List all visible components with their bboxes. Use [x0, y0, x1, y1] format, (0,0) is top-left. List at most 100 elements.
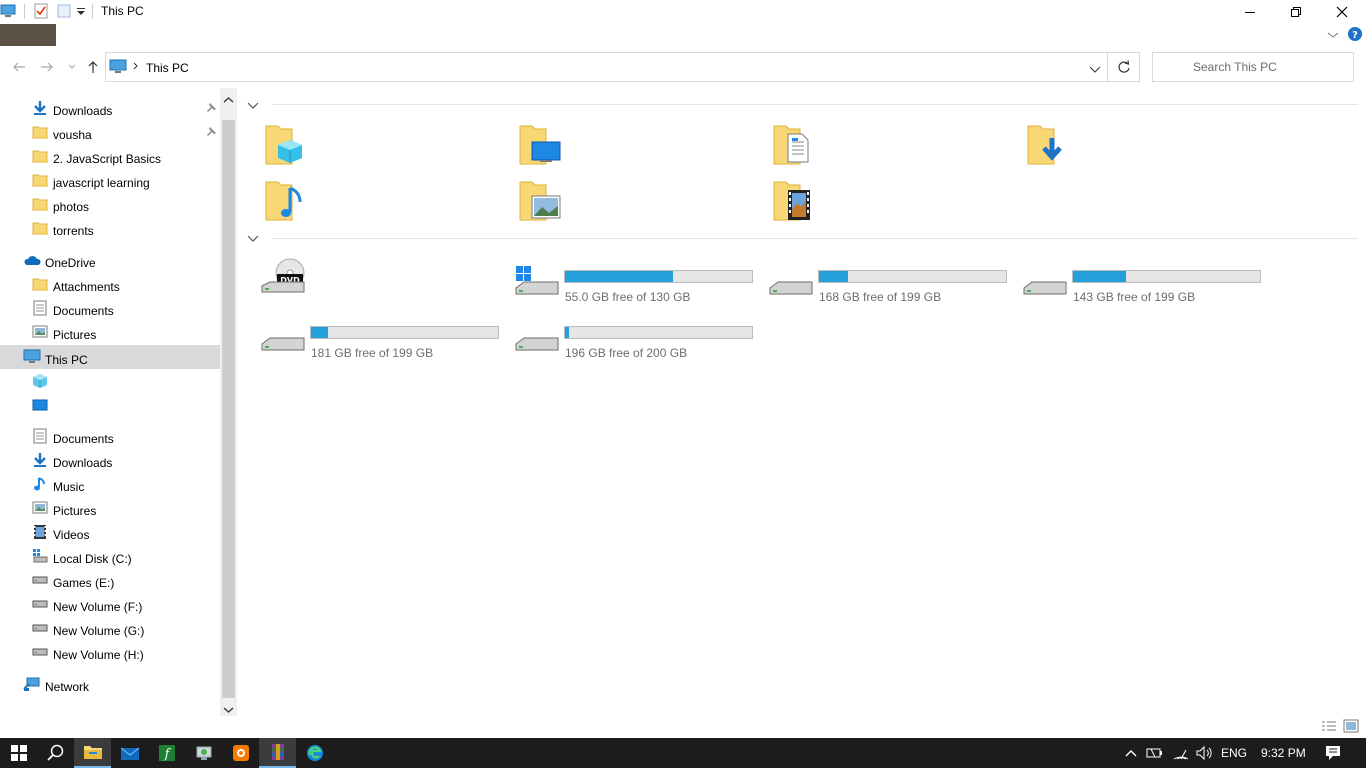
drive-tile-c[interactable]: 55.0 GB free of 130 GB: [514, 260, 754, 304]
forward-arrow-icon[interactable]: [37, 58, 57, 76]
document-icon: [32, 428, 48, 444]
nav-item-desktop[interactable]: [0, 393, 220, 417]
start-button[interactable]: [0, 738, 37, 768]
minimize-icon: [1245, 12, 1255, 13]
control-panel-taskbar-button[interactable]: [185, 738, 222, 768]
show-hidden-icons-chevron-icon[interactable]: [1125, 747, 1137, 761]
drive-tile-f[interactable]: 143 GB free of 199 GB: [1022, 260, 1262, 304]
minimize-button[interactable]: [1227, 0, 1273, 24]
app-taskbar-button-2[interactable]: [222, 738, 259, 768]
nav-item-pictures[interactable]: Pictures: [0, 496, 220, 520]
refresh-button[interactable]: [1108, 52, 1140, 82]
address-bar[interactable]: This PC: [105, 52, 1108, 82]
clock-time[interactable]: 9:32 PM: [1261, 746, 1306, 760]
drives-section-chevron-icon[interactable]: [246, 233, 260, 243]
large-icons-view-icon[interactable]: [1343, 719, 1359, 736]
nav-item-javascript-basics[interactable]: 2. JavaScript Basics: [0, 144, 220, 168]
drive-usage-fill: [1073, 271, 1126, 282]
nav-item-downloads-pc[interactable]: Downloads: [0, 448, 220, 472]
drive-tile-g[interactable]: 181 GB free of 199 GB: [260, 316, 500, 360]
search-button[interactable]: [37, 738, 74, 768]
search-input[interactable]: [1152, 52, 1354, 82]
nav-item-photos[interactable]: photos: [0, 192, 220, 216]
nav-item-new-volume-h[interactable]: New Volume (H:): [0, 640, 220, 664]
folders-section-chevron-icon[interactable]: [246, 100, 260, 110]
videos-folder-icon[interactable]: [768, 176, 816, 224]
nav-item-label: Games (E:): [53, 576, 115, 590]
downloads-folder-icon[interactable]: [1022, 120, 1070, 168]
nav-item-this-pc[interactable]: This PC: [0, 345, 220, 369]
nav-item-videos[interactable]: Videos: [0, 520, 220, 544]
drive-tile-h[interactable]: 196 GB free of 200 GB: [514, 316, 754, 360]
nav-item-label: New Volume (F:): [53, 600, 143, 614]
details-view-icon[interactable]: [1321, 720, 1337, 737]
dvd-drive-icon: DVD: [260, 258, 306, 301]
dvd-drive-tile[interactable]: DVD: [260, 258, 320, 298]
wifi-icon[interactable]: [1172, 745, 1190, 764]
scrollbar-thumb[interactable]: [222, 120, 235, 698]
nav-item-javascript-learning[interactable]: javascript learning: [0, 168, 220, 192]
drive-tile-e[interactable]: 168 GB free of 199 GB: [768, 260, 1008, 304]
new-folder-icon[interactable]: [56, 3, 72, 19]
nav-item-music[interactable]: Music: [0, 472, 220, 496]
file-explorer-taskbar-button[interactable]: [74, 738, 111, 768]
restore-button[interactable]: [1273, 0, 1319, 24]
navigation-pane: Downloads vousha 2. JavaScript Basics ja…: [0, 88, 237, 716]
breadcrumb[interactable]: This PC: [146, 61, 189, 75]
back-arrow-icon[interactable]: [9, 58, 29, 76]
mail-taskbar-button[interactable]: [111, 738, 148, 768]
battery-icon[interactable]: [1146, 745, 1164, 764]
nav-item-3d-objects[interactable]: [0, 369, 220, 393]
folder-icon: [32, 148, 48, 164]
nav-item-attachments[interactable]: Attachments: [0, 272, 220, 296]
nav-item-network[interactable]: Network: [0, 672, 220, 696]
nav-item-games-e[interactable]: Games (E:): [0, 568, 220, 592]
volume-icon[interactable]: [1195, 745, 1213, 764]
properties-icon[interactable]: [33, 3, 49, 19]
nav-item-onedrive-pictures[interactable]: Pictures: [0, 320, 220, 344]
nav-item-label: OneDrive: [45, 256, 96, 270]
nav-item-label: vousha: [53, 128, 92, 142]
videos-icon: [32, 524, 48, 540]
language-indicator[interactable]: ENG: [1221, 746, 1247, 760]
recent-locations-chevron-icon[interactable]: [62, 58, 82, 76]
pin-icon[interactable]: [205, 102, 217, 117]
3d-objects-folder-icon[interactable]: [260, 120, 308, 168]
navigation-bar: This PC: [0, 50, 1366, 84]
file-explorer-icon: [83, 746, 102, 759]
app-taskbar-button[interactable]: f: [148, 738, 185, 768]
this-pc-icon: [109, 59, 127, 78]
help-icon[interactable]: ?: [1348, 27, 1362, 44]
nav-item-label: javascript learning: [53, 176, 150, 190]
address-history-chevron-icon[interactable]: [1089, 63, 1101, 77]
documents-folder-icon[interactable]: [768, 120, 816, 168]
svg-text:?: ?: [1352, 30, 1358, 41]
nav-item-documents[interactable]: Documents: [0, 424, 220, 448]
desktop-folder-icon[interactable]: [514, 120, 562, 168]
music-folder-icon[interactable]: [260, 176, 308, 224]
nav-item-local-disk-c[interactable]: Local Disk (C:): [0, 544, 220, 568]
pictures-folder-icon[interactable]: [514, 176, 562, 224]
scroll-up-icon[interactable]: [223, 93, 234, 107]
winrar-taskbar-button[interactable]: [259, 738, 296, 768]
pin-icon[interactable]: [205, 126, 217, 141]
nav-item-torrents[interactable]: torrents: [0, 216, 220, 240]
nav-item-vousha[interactable]: vousha: [0, 120, 220, 144]
nav-item-new-volume-f[interactable]: New Volume (F:): [0, 592, 220, 616]
section-divider: [273, 104, 1358, 105]
up-arrow-icon[interactable]: [83, 58, 103, 76]
scroll-down-icon[interactable]: [223, 703, 234, 717]
nav-item-new-volume-g[interactable]: New Volume (G:): [0, 616, 220, 640]
action-center-icon[interactable]: [1325, 745, 1341, 764]
drive-icon: [514, 320, 560, 357]
nav-item-onedrive-documents[interactable]: Documents: [0, 296, 220, 320]
expand-ribbon-chevron-icon[interactable]: [1327, 29, 1339, 43]
nav-item-onedrive[interactable]: OneDrive: [0, 248, 220, 272]
nav-item-downloads[interactable]: Downloads: [0, 96, 220, 120]
breadcrumb-chevron-icon[interactable]: [132, 60, 140, 75]
close-button[interactable]: [1319, 0, 1365, 24]
customize-dropdown-icon[interactable]: [76, 3, 92, 19]
folder-icon: [32, 196, 48, 212]
taskbar: f ENG 9:32 PM: [0, 738, 1366, 768]
edge-taskbar-button[interactable]: [296, 738, 333, 768]
